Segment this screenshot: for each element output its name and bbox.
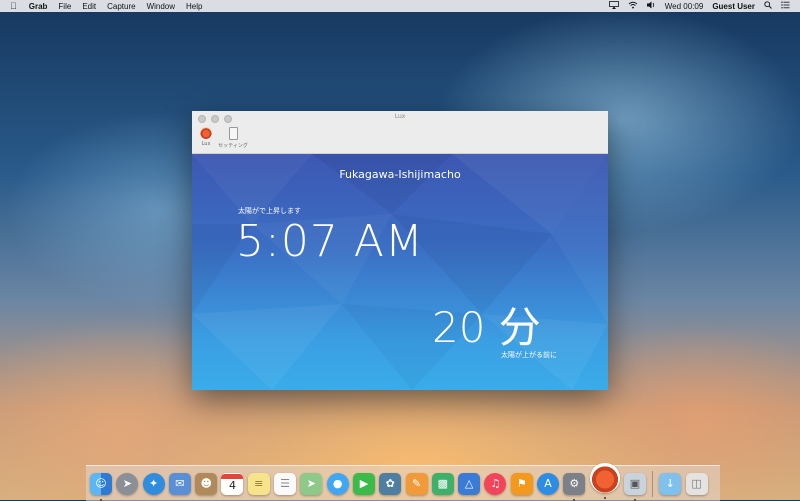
preview-icon[interactable]: ▣ (623, 472, 646, 501)
notes-icon[interactable]: ≡ (247, 472, 270, 495)
reminders-icon[interactable]: ☰ (274, 472, 297, 495)
location-name: Fukagawa-Ishijimacho (339, 168, 461, 181)
ibooks-icon[interactable]: ⚑ (510, 472, 533, 495)
settings-switch-icon (228, 127, 238, 140)
sunrise-panel: Fukagawa-Ishijimacho 太陽がで上昇します 5:07 AM 2… (192, 154, 608, 390)
spotlight-icon[interactable] (764, 1, 772, 11)
sunrise-time: 5:07 AM (236, 216, 424, 267)
photos-icon[interactable]: ✿ (379, 472, 402, 495)
toolbar-lux-label: Lux (201, 141, 211, 147)
finder-icon[interactable]: ☺ (90, 472, 112, 501)
toolbar-settings-label: セッティング (218, 143, 248, 149)
airplay-icon[interactable] (608, 1, 619, 11)
keynote-icon[interactable]: △ (458, 472, 481, 495)
calendar-day: 4 (228, 479, 236, 492)
menu-app-name[interactable]: Grab (29, 2, 48, 11)
minutes-before-label: 太陽が上がる前に (501, 351, 557, 359)
lux-app-icon[interactable] (589, 462, 620, 499)
app-store-icon[interactable]: A (537, 472, 560, 495)
apple-menu-icon[interactable]:  (10, 1, 17, 11)
menu-edit[interactable]: Edit (82, 2, 96, 11)
lux-sun-icon (200, 127, 212, 139)
maps-icon[interactable]: ➤ (300, 472, 323, 495)
sunrise-label: 太陽がで上昇します (238, 207, 301, 215)
toolbar-lux-tab[interactable]: Lux (196, 127, 216, 147)
menu-help[interactable]: Help (186, 2, 202, 11)
calendar-icon[interactable]: 4 (221, 472, 244, 495)
menu-file[interactable]: File (58, 2, 71, 11)
trash-icon[interactable]: ◫ (685, 472, 708, 495)
dock: ☺ ➤ ✦ ✉ ☻ 4 ≡ ☰ ➤ ● ▶ ✿ ✎ ▩ △ ♫ ⚑ A ⚙ ▣ … (86, 462, 720, 501)
pages-icon[interactable]: ✎ (405, 472, 428, 495)
minutes-before-value: 20 分 (432, 303, 541, 352)
mail-icon[interactable]: ✉ (168, 472, 191, 495)
menu-window[interactable]: Window (147, 2, 175, 11)
downloads-folder-icon[interactable]: ↓ (659, 472, 682, 495)
menu-clock[interactable]: Wed 00:09 (665, 2, 704, 11)
numbers-icon[interactable]: ▩ (431, 472, 454, 495)
wifi-icon[interactable] (628, 1, 638, 11)
menu-capture[interactable]: Capture (107, 2, 135, 11)
messages-icon[interactable]: ● (326, 472, 349, 495)
toolbar-settings-tab[interactable]: セッティング (216, 127, 250, 149)
window-title: Lux (394, 113, 406, 120)
facetime-icon[interactable]: ▶ (352, 472, 375, 495)
system-preferences-icon[interactable]: ⚙ (563, 472, 586, 501)
itunes-icon[interactable]: ♫ (484, 472, 507, 495)
volume-icon[interactable] (646, 1, 656, 11)
menu-user[interactable]: Guest User (712, 2, 755, 11)
notification-center-icon[interactable] (781, 1, 790, 11)
window-titlebar[interactable]: Lux Lux セッティング (192, 111, 608, 154)
dock-separator (652, 470, 654, 497)
launchpad-icon[interactable]: ➤ (116, 472, 139, 495)
contacts-icon[interactable]: ☻ (195, 472, 218, 495)
menu-bar:  Grab File Edit Capture Window Help Wed… (0, 0, 800, 12)
safari-icon[interactable]: ✦ (142, 472, 165, 495)
lux-window: Lux Lux セッティング Fukagawa-Ishijimacho 太陽がで… (192, 111, 608, 390)
